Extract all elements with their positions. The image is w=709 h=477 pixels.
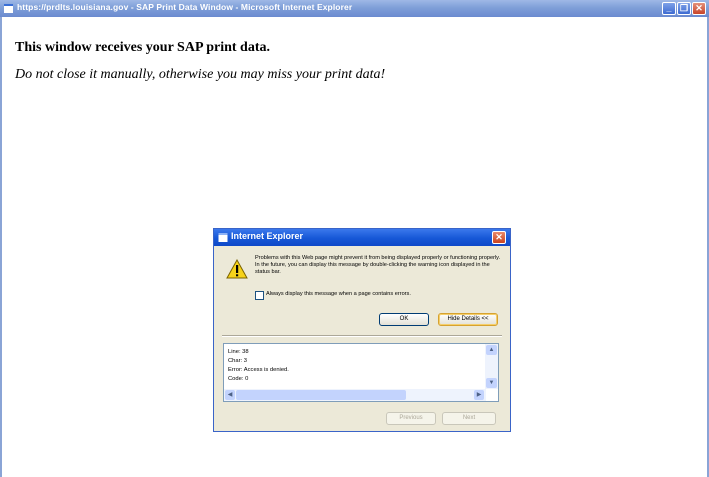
hide-details-button[interactable]: Hide Details << — [438, 313, 498, 326]
detail-code: Code: 0 — [228, 376, 249, 382]
detail-error: Error: Access is denied. — [228, 367, 289, 373]
window-left-border — [0, 17, 2, 477]
scroll-left-icon[interactable]: ◀ — [225, 390, 235, 400]
window-title: https://prdlts.louisiana.gov - SAP Print… — [17, 2, 353, 12]
scroll-up-icon[interactable]: ▲ — [486, 345, 497, 355]
warning-icon — [226, 259, 248, 279]
ok-button[interactable]: OK — [379, 313, 429, 326]
window-titlebar: https://prdlts.louisiana.gov - SAP Print… — [0, 0, 709, 17]
next-button[interactable]: Next — [442, 412, 496, 425]
details-vertical-scrollbar[interactable]: ▲ ▼ — [485, 344, 498, 389]
page-heading: This window receives your SAP print data… — [15, 40, 271, 55]
scroll-right-icon[interactable]: ▶ — [474, 390, 484, 400]
detail-char: Char: 3 — [228, 358, 248, 364]
page-warning: Do not close it manually, otherwise you … — [15, 67, 386, 82]
minimize-button[interactable]: _ — [662, 2, 676, 15]
details-horizontal-scrollbar[interactable]: ◀ ▶ — [224, 389, 486, 401]
always-display-checkbox[interactable] — [255, 291, 264, 300]
detail-line: Line: 38 — [228, 349, 249, 355]
error-details-box[interactable]: Line: 38 Char: 3 Error: Access is denied… — [223, 343, 499, 402]
ie-icon — [218, 233, 228, 242]
scroll-thumb[interactable] — [236, 390, 406, 400]
always-display-label[interactable]: Always display this message when a page … — [266, 291, 411, 297]
close-button[interactable]: ✕ — [692, 2, 706, 15]
ie-icon — [4, 4, 13, 13]
scroll-down-icon[interactable]: ▼ — [486, 378, 497, 388]
maximize-button[interactable]: ❐ — [677, 2, 691, 15]
ie-error-dialog: Internet Explorer ✕ Problems with this W… — [213, 228, 511, 432]
dialog-separator — [222, 335, 502, 337]
dialog-close-button[interactable]: ✕ — [492, 231, 506, 244]
previous-button[interactable]: Previous — [386, 412, 436, 425]
dialog-title: Internet Explorer — [231, 231, 304, 241]
dialog-titlebar: Internet Explorer ✕ — [214, 229, 510, 246]
dialog-message: Problems with this Web page might preven… — [255, 255, 501, 276]
